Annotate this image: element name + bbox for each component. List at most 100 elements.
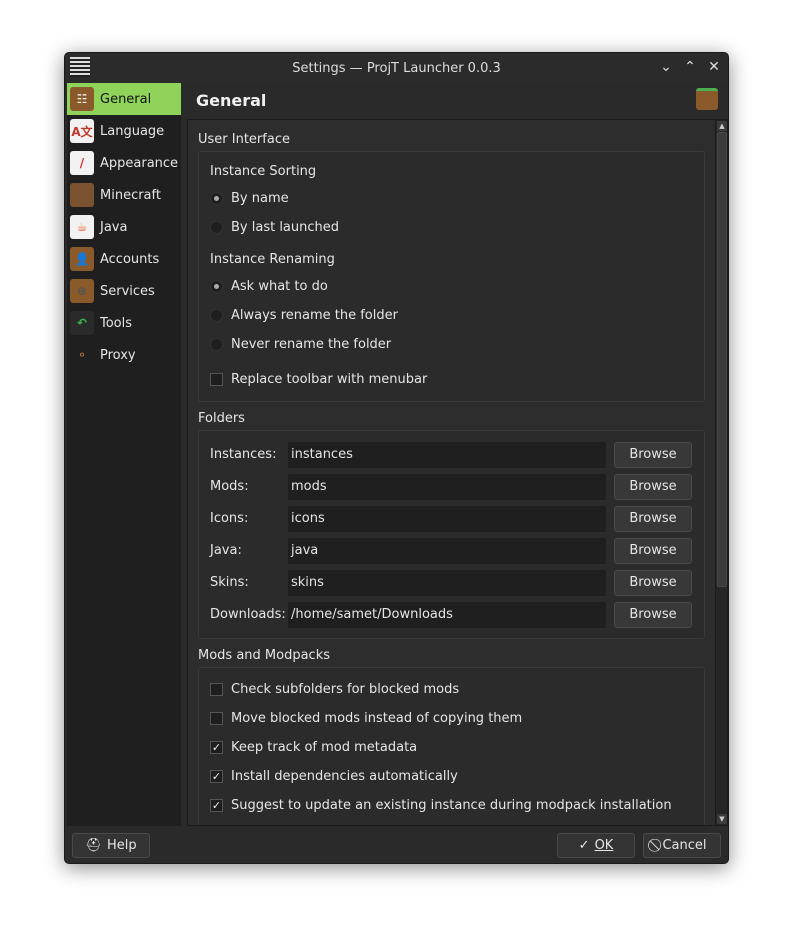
help-button[interactable]: ⛑ Help (72, 833, 150, 858)
sidebar-item-accounts[interactable]: 👤 Accounts (67, 243, 181, 275)
checkbox-label: Replace toolbar with menubar (231, 372, 428, 387)
minecraft-icon (70, 183, 94, 207)
ask-what-to-do-radio[interactable]: Ask what to do (210, 279, 328, 294)
checkbox-icon: ✓ (210, 770, 223, 783)
downloads-folder-input[interactable]: /home/samet/Downloads (288, 602, 606, 628)
mods-group-title: Mods and Modpacks (198, 648, 331, 663)
user-interface-group-title: User Interface (198, 132, 290, 147)
radio-label: By name (231, 191, 289, 206)
checkbox-label: Move blocked mods instead of copying the… (231, 711, 523, 726)
proxy-icon: ⚬ (70, 343, 94, 367)
folder-label: Java: (210, 543, 242, 558)
radio-icon (210, 338, 223, 351)
language-icon: A文 (70, 119, 94, 143)
ok-button[interactable]: ✓ OK (557, 833, 635, 858)
mod-option-checkbox[interactable]: ✓ Install dependencies automatically (210, 769, 458, 784)
radio-label: Always rename the folder (231, 308, 398, 323)
sort-by-last-launched-radio[interactable]: By last launched (210, 220, 339, 235)
sidebar-item-minecraft[interactable]: Minecraft (67, 179, 181, 211)
radio-icon (210, 309, 223, 322)
settings-scroll-area[interactable]: User Interface Instance Sorting By name … (187, 119, 728, 826)
cancel-button[interactable]: ⃠Cancel (643, 833, 721, 858)
mods-folder-input[interactable]: mods (288, 474, 606, 500)
app-menu-icon[interactable] (70, 57, 90, 77)
folder-label: Skins: (210, 575, 249, 590)
checkbox-icon (210, 373, 223, 386)
general-icon: ☷ (70, 87, 94, 111)
sidebar-item-label: Tools (100, 315, 133, 331)
settings-content: General User Interface Instance Sorting … (181, 83, 728, 826)
checkbox-icon: ✓ (210, 799, 223, 812)
browse-button[interactable]: Browse (614, 570, 692, 596)
checkbox-icon (210, 712, 223, 725)
sidebar-item-appearance[interactable]: / Appearance (67, 147, 181, 179)
radio-icon (210, 221, 223, 234)
checkbox-label: Check subfolders for blocked mods (231, 682, 460, 697)
radio-icon (210, 192, 223, 205)
sidebar-item-label: General (100, 91, 152, 107)
instance-sorting-label: Instance Sorting (210, 164, 317, 179)
vertical-scrollbar[interactable]: ▲ ▼ (715, 120, 727, 825)
tools-icon: ↶ (70, 311, 94, 335)
sidebar-item-label: Accounts (100, 251, 160, 267)
services-icon: ⊕ (70, 279, 94, 303)
scroll-up-icon[interactable]: ▲ (717, 121, 727, 131)
sidebar-item-java[interactable]: ☕ Java (67, 211, 181, 243)
sidebar-item-services[interactable]: ⊕ Services (67, 275, 181, 307)
page-title: General (196, 91, 267, 110)
general-page-icon (696, 88, 718, 110)
sidebar-item-language[interactable]: A文 Language (67, 115, 181, 147)
browse-button[interactable]: Browse (614, 602, 692, 628)
skins-folder-input[interactable]: skins (288, 570, 606, 596)
appearance-icon: / (70, 151, 94, 175)
browse-button[interactable]: Browse (614, 506, 692, 532)
browse-button[interactable]: Browse (614, 442, 692, 468)
browse-button[interactable]: Browse (614, 538, 692, 564)
java-folder-input[interactable]: java (288, 538, 606, 564)
sidebar-item-label: Language (100, 123, 165, 139)
window-title: Settings — ProjT Launcher 0.0.3 (292, 60, 501, 76)
settings-window: Settings — ProjT Launcher 0.0.3 ⌄ ⌃ ✕ ☷ G… (64, 52, 729, 864)
close-icon[interactable]: ✕ (705, 59, 723, 75)
sidebar-item-proxy[interactable]: ⚬ Proxy (67, 339, 181, 371)
instance-renaming-label: Instance Renaming (210, 252, 335, 267)
mod-option-checkbox[interactable]: ✓ Suggest to update an existing instance … (210, 798, 672, 813)
always-rename-radio[interactable]: Always rename the folder (210, 308, 398, 323)
radio-label: Never rename the folder (231, 337, 392, 352)
scroll-down-icon[interactable]: ▼ (717, 814, 727, 824)
browse-button[interactable]: Browse (614, 474, 692, 500)
folder-label: Mods: (210, 479, 249, 494)
help-icon: ⛑ (85, 838, 102, 853)
folder-label: Instances: (210, 447, 277, 462)
replace-toolbar-checkbox[interactable]: Replace toolbar with menubar (210, 372, 427, 387)
sidebar-item-tools[interactable]: ↶ Tools (67, 307, 181, 339)
checkbox-label: Keep track of mod metadata (231, 740, 418, 755)
never-rename-radio[interactable]: Never rename the folder (210, 337, 391, 352)
mod-option-checkbox[interactable]: Check subfolders for blocked mods (210, 682, 459, 697)
radio-label: Ask what to do (231, 279, 328, 294)
checkbox-label: Suggest to update an existing instance d… (231, 798, 672, 813)
help-label: Help (106, 838, 137, 853)
sidebar-item-label: Appearance (100, 155, 179, 171)
mod-option-checkbox[interactable]: ✓ Keep track of mod metadata (210, 740, 417, 755)
check-icon: ✓ (578, 838, 590, 853)
java-icon: ☕ (70, 215, 94, 239)
icons-folder-input[interactable]: icons (288, 506, 606, 532)
title-bar: Settings — ProjT Launcher 0.0.3 ⌄ ⌃ ✕ (65, 53, 728, 83)
instances-folder-input[interactable]: instances (288, 442, 606, 468)
sort-by-name-radio[interactable]: By name (210, 191, 289, 206)
scrollbar-thumb[interactable] (717, 132, 727, 587)
minimize-icon[interactable]: ⌄ (657, 59, 675, 75)
sidebar-item-label: Proxy (100, 347, 136, 363)
sidebar-item-general[interactable]: ☷ General (67, 83, 181, 115)
settings-sidebar: ☷ General A文 Language / Appearance Minecraft ☕ J… (67, 83, 181, 826)
ok-label: OK (594, 838, 614, 853)
folders-group-title: Folders (198, 411, 245, 426)
radio-icon (210, 280, 223, 293)
mod-option-checkbox[interactable]: Move blocked mods instead of copying the… (210, 711, 522, 726)
user-interface-group: Instance Sorting By name By last launche… (198, 151, 705, 402)
folder-label: Downloads: (210, 607, 286, 622)
sidebar-item-label: Services (100, 283, 155, 299)
folders-group: Instances: instances Browse Mods: mods Br… (198, 430, 705, 639)
maximize-icon[interactable]: ⌃ (681, 59, 699, 75)
